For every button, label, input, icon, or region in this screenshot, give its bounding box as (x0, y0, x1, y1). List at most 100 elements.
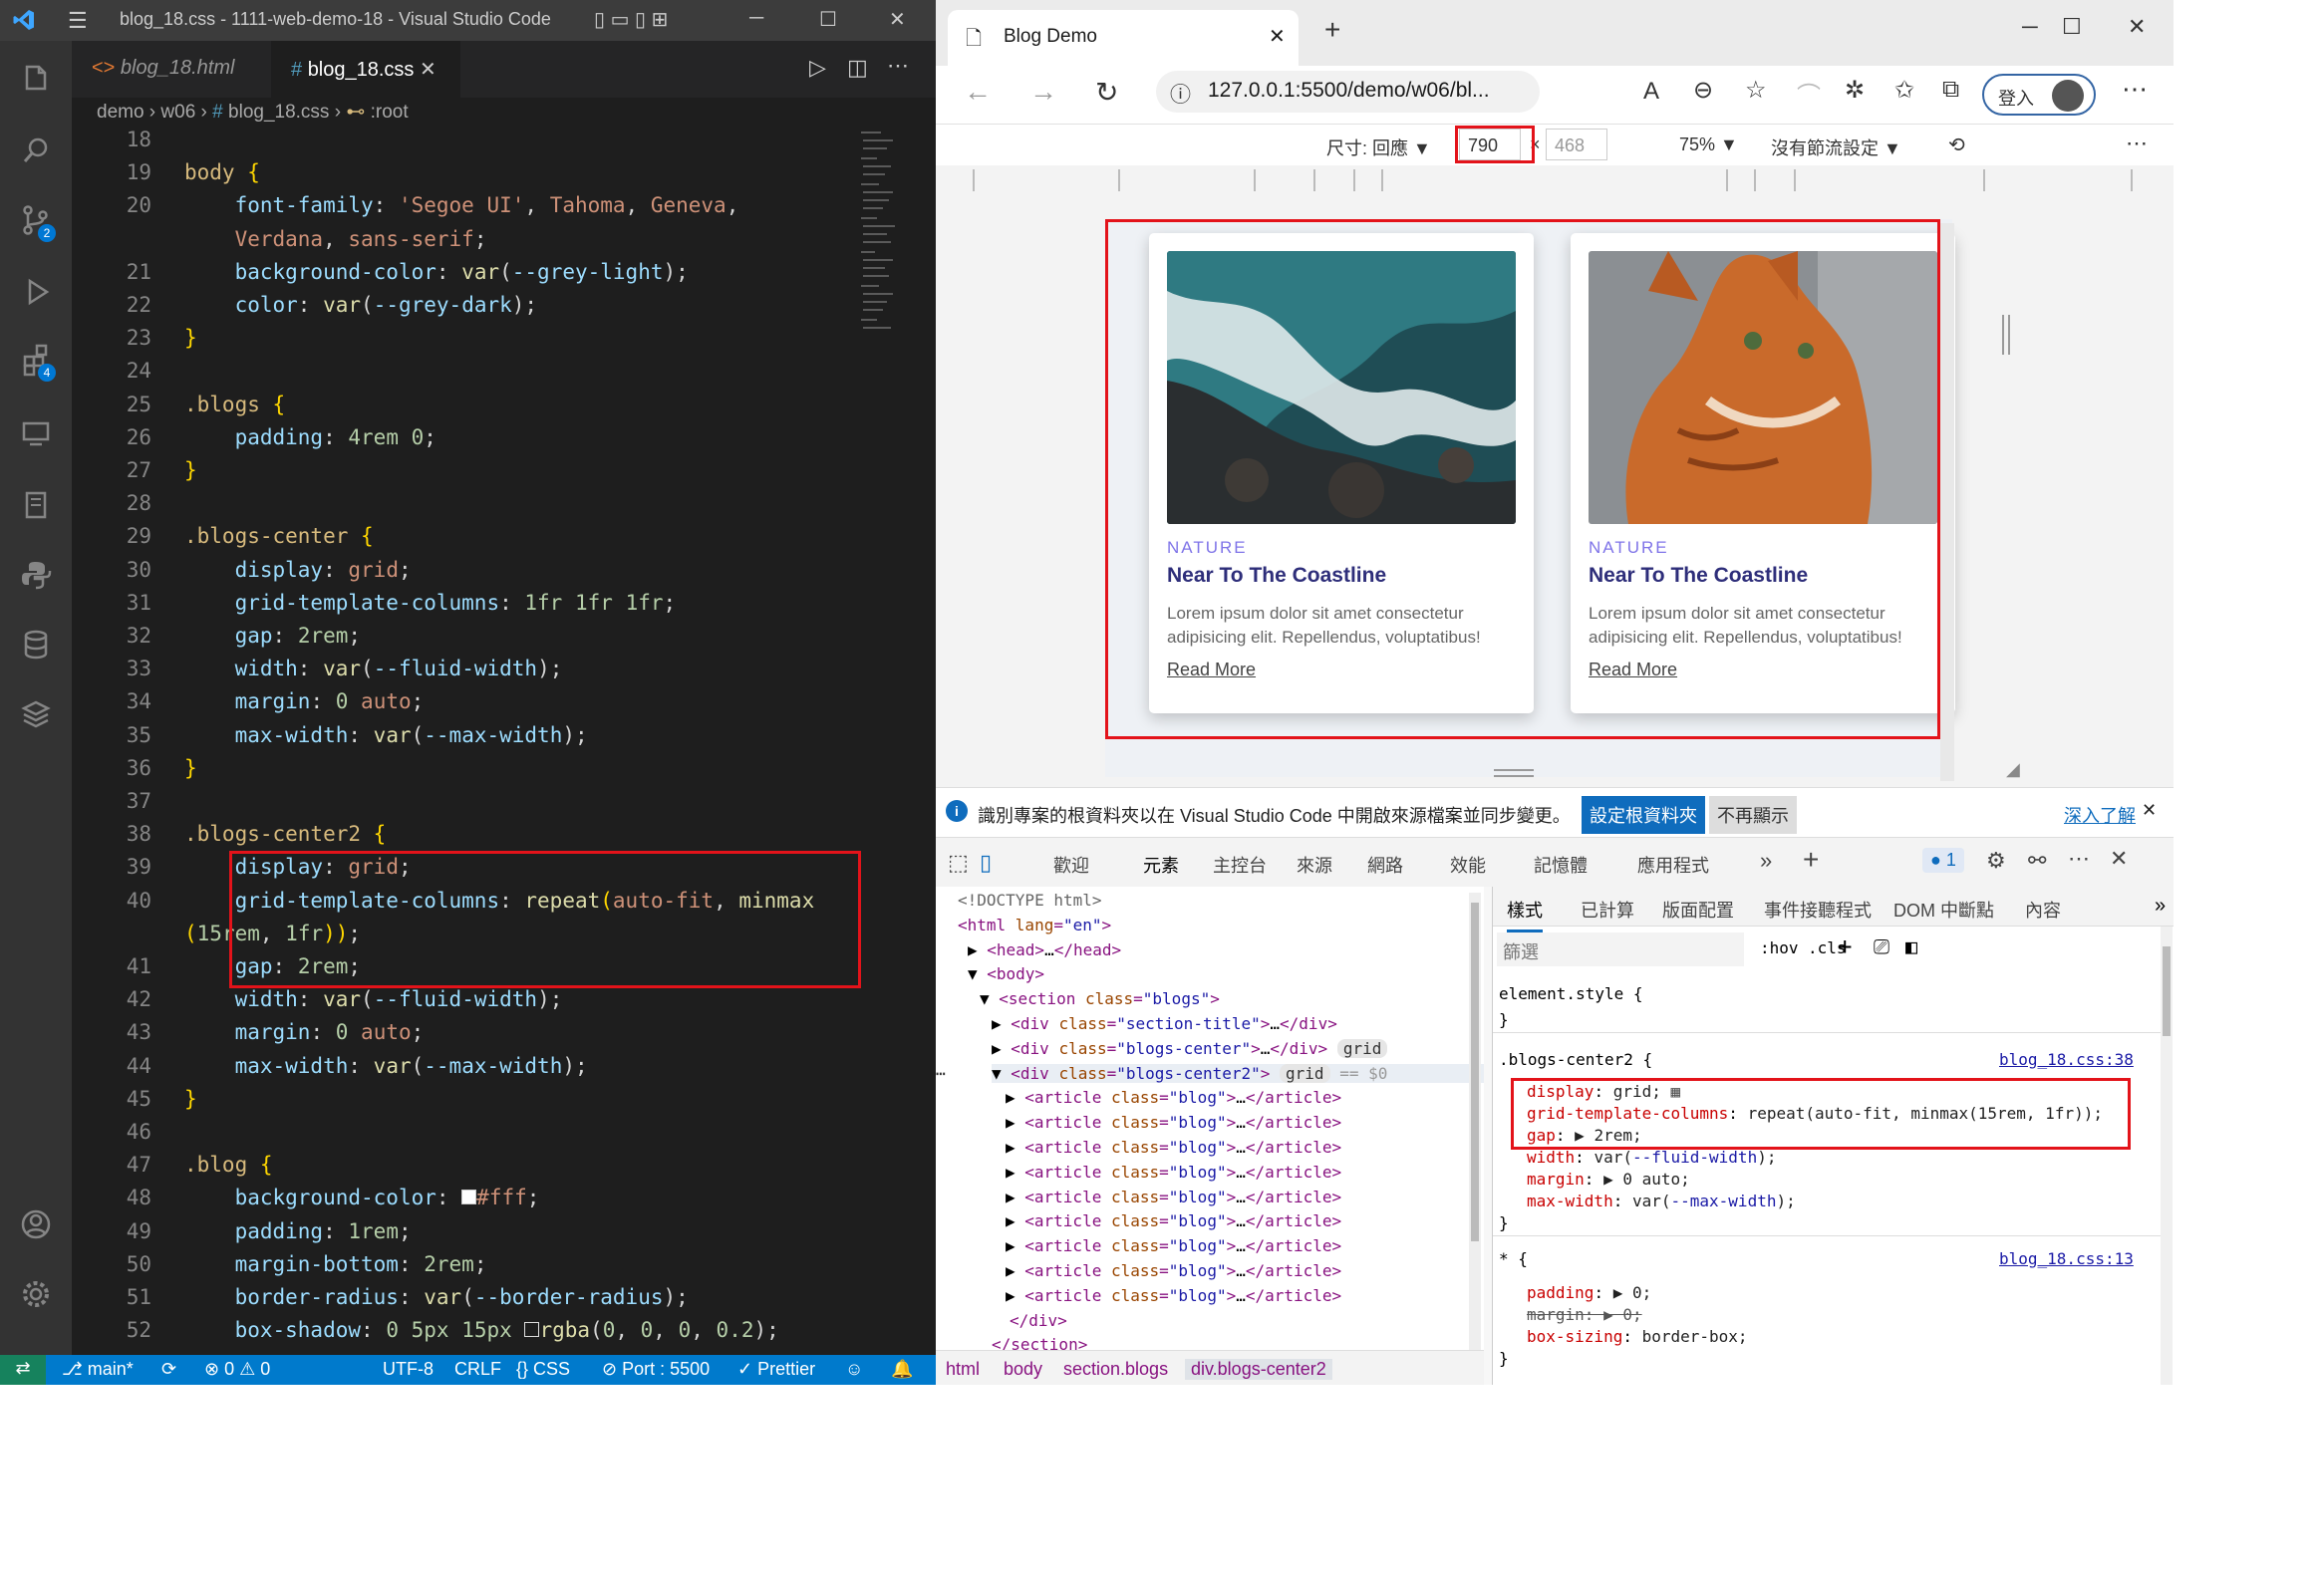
devtools-tab[interactable]: 網路 (1367, 852, 1403, 878)
more-actions-icon[interactable]: ⋯ (887, 53, 909, 79)
grid-badge[interactable]: grid (1336, 1038, 1388, 1058)
more-panes-icon[interactable]: » (2155, 895, 2166, 918)
eol-status[interactable]: CRLF (454, 1359, 501, 1380)
dom-node[interactable]: ▶ <article class="blog">…</article> (1006, 1261, 1341, 1280)
prettier-status[interactable]: ✓ Prettier (737, 1359, 815, 1380)
dom-node[interactable]: </div> (1010, 1311, 1067, 1330)
node-actions-icon[interactable]: ⋯ (936, 1064, 946, 1083)
zoom-dropdown[interactable]: 75% ▼ (1679, 134, 1738, 155)
more-tabs-icon[interactable]: » (1760, 848, 1772, 874)
maximize-button[interactable]: ☐ (2062, 14, 2082, 40)
hov-toggle[interactable]: :hov (1760, 938, 1799, 957)
device-dropdown[interactable]: 尺寸: 回應 ▼ (1326, 134, 1431, 160)
close-tab-icon[interactable]: ✕ (420, 59, 436, 81)
tab-blog-html[interactable]: <> blog_18.html (72, 41, 271, 98)
database-icon[interactable] (16, 625, 56, 665)
close-window-button[interactable]: ✕ (2128, 14, 2146, 40)
inspect-icon[interactable]: ⬚ (948, 850, 969, 876)
elements-tree[interactable]: <!DOCTYPE html> <html lang="en"> ▶ <head>…… (936, 887, 1484, 1350)
add-tab-icon[interactable]: + (1803, 844, 1819, 876)
dom-node[interactable]: ▶ <article class="blog">…</article> (1006, 1188, 1341, 1206)
dom-node[interactable]: ▶ <div class="section-title">…</div> (992, 1014, 1337, 1033)
source-control-icon[interactable]: 2 (16, 200, 56, 242)
style-decl[interactable]: max-width: var(--max-width); (1527, 1192, 1796, 1210)
close-infobar-icon[interactable]: ✕ (2142, 800, 2157, 821)
run-debug-icon[interactable] (16, 272, 56, 312)
split-editor-icon[interactable]: ◫ (847, 55, 868, 81)
menu-icon[interactable]: ☰ (68, 8, 88, 34)
remote-icon[interactable]: ⇄ (0, 1355, 46, 1385)
styles-tab[interactable]: 內容 (2025, 897, 2061, 923)
breadcrumb-item[interactable]: :root (371, 102, 409, 123)
dom-node[interactable]: ▶ <article class="blog">…</article> (1006, 1286, 1341, 1305)
minimap[interactable] (859, 128, 899, 337)
style-decl[interactable]: box-sizing: border-box; (1527, 1327, 1748, 1346)
dom-node[interactable]: ▶ <head>…</head> (968, 940, 1121, 959)
style-decl[interactable]: margin: ▶ 0 auto; (1527, 1170, 1690, 1189)
devtools-tab[interactable]: 來源 (1297, 852, 1332, 878)
search-icon[interactable] (16, 131, 56, 170)
minimize-button[interactable]: ─ (2022, 14, 2038, 40)
resize-handle-right[interactable] (2002, 315, 2010, 355)
breadcrumb-item[interactable]: demo (97, 102, 145, 123)
styles-tab[interactable]: DOM 中斷點 (1893, 897, 1994, 923)
dom-node[interactable]: </section> (992, 1335, 1087, 1350)
remote-explorer-icon[interactable] (16, 413, 56, 453)
dismiss-button[interactable]: 不再顯示 (1709, 796, 1797, 834)
breadcrumb-item[interactable]: body (1004, 1359, 1042, 1380)
color-format-icon[interactable]: ⎚ (1874, 934, 1889, 958)
new-tab-icon[interactable]: + (1324, 14, 1340, 46)
layers-icon[interactable] (16, 694, 56, 734)
feedback-icon[interactable]: ☺ (845, 1359, 863, 1380)
collections-icon[interactable]: ⧉ (1942, 76, 1959, 104)
encoding-status[interactable]: UTF-8 (383, 1359, 434, 1380)
favorites-icon[interactable]: ✩ (1894, 76, 1914, 105)
extensions-icon[interactable]: 4 (16, 340, 56, 382)
style-decl[interactable]: width: var(--fluid-width); (1527, 1148, 1776, 1167)
close-devtools-icon[interactable]: ✕ (2110, 846, 2128, 872)
grid-badge[interactable]: grid (1280, 1063, 1330, 1083)
resize-handle-bottom[interactable] (1494, 769, 1534, 777)
run-icon[interactable]: ▷ (809, 55, 826, 81)
device-emulation-icon[interactable]: ▯ (980, 850, 992, 876)
style-decl-overridden[interactable]: margin: ▶ 0; (1527, 1305, 1642, 1324)
forward-icon[interactable]: → (1029, 76, 1057, 108)
breadcrumb-item[interactable]: section.blogs (1063, 1359, 1168, 1380)
port-status[interactable]: ⊘ Port : 5500 (602, 1359, 710, 1380)
close-tab-icon[interactable]: ✕ (1269, 24, 1286, 49)
dom-scrollbar[interactable] (1469, 893, 1481, 1351)
favorite-add-icon[interactable]: ☆ (1745, 76, 1767, 105)
dom-node[interactable]: ▼ <body> (968, 964, 1044, 983)
breadcrumb-item[interactable]: w06 (160, 102, 195, 123)
refresh-icon[interactable]: ↻ (1095, 76, 1118, 109)
styles-tab[interactable]: 已計算 (1581, 897, 1634, 923)
tab-blog-css[interactable]: # blog_18.css ✕ (271, 41, 460, 98)
read-aloud-icon[interactable]: A (1643, 78, 1659, 106)
branch-status[interactable]: ⎇ main* (62, 1359, 134, 1380)
extensions-puzzle-icon[interactable]: ✲ (1845, 76, 1865, 105)
dom-node[interactable]: ▶ <article class="blog">…</article> (1006, 1236, 1341, 1255)
new-rule-icon[interactable]: + (1838, 932, 1852, 960)
resize-corner-icon[interactable]: ◢ (2006, 759, 2020, 780)
throttle-dropdown[interactable]: 沒有節流設定 ▼ (1771, 134, 1901, 160)
notebook-icon[interactable] (16, 485, 56, 525)
dom-node[interactable]: ▶ <article class="blog">…</article> (1006, 1088, 1341, 1107)
bell-icon[interactable]: 🔔 (891, 1359, 913, 1380)
layout-toggle-icons[interactable]: ▯ ▭ ▯ ⊞ (594, 7, 668, 32)
python-icon[interactable] (16, 555, 56, 595)
styles-tab[interactable]: 樣式 (1507, 897, 1543, 932)
settings-gear-icon[interactable] (16, 1274, 56, 1314)
sync-icon[interactable]: ⟳ (161, 1359, 176, 1380)
profile-button[interactable]: 登入 (1982, 74, 2096, 116)
height-input[interactable]: 468 (1546, 129, 1607, 160)
breadcrumb-item[interactable]: html (946, 1359, 980, 1380)
set-root-button[interactable]: 設定根資料夾 (1582, 796, 1705, 834)
computed-sidebar-icon[interactable]: ◧ (1905, 934, 1917, 958)
dom-node[interactable]: ▶ <article class="blog">…</article> (1006, 1211, 1341, 1230)
problems-status[interactable]: ⊗ 0 ⚠ 0 (204, 1359, 270, 1380)
minimize-button[interactable]: ─ (749, 7, 763, 30)
styles-tab[interactable]: 事件接聽程式 (1764, 897, 1872, 923)
source-link[interactable]: blog_18.css:13 (1999, 1249, 2134, 1268)
dom-node[interactable]: ▶ <article class="blog">…</article> (1006, 1163, 1341, 1182)
breadcrumb-item[interactable]: div.blogs-center2 (1185, 1359, 1332, 1380)
